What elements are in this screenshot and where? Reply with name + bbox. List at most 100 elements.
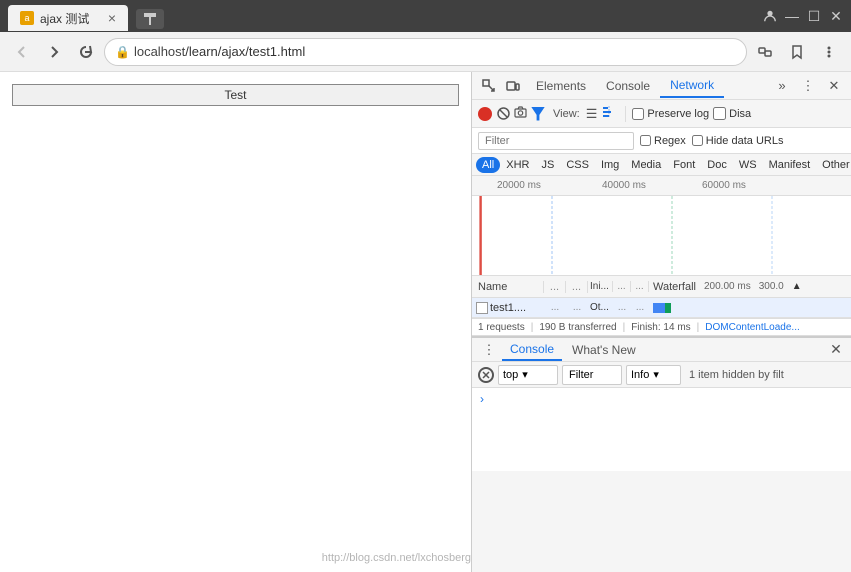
list-view-icon[interactable]: ☰	[584, 105, 600, 123]
type-filter-manifest[interactable]: Manifest	[763, 157, 817, 173]
hide-data-urls-input[interactable]	[692, 135, 703, 146]
table-header: Name ... ... Ini... ... ... Waterfall 20…	[472, 276, 851, 298]
status-transferred: 190 B transferred	[539, 322, 616, 333]
close-button[interactable]: ✕	[829, 9, 843, 23]
back-button[interactable]	[8, 38, 36, 66]
network-status-bar: 1 requests | 190 B transferred | Finish:…	[472, 318, 851, 336]
waterfall-ms2: 300.0	[759, 281, 784, 292]
url-display: localhost/learn/ajax/test1.html	[134, 44, 736, 59]
td-col6: ...	[631, 302, 649, 313]
url-path: /learn/ajax/test1.html	[185, 44, 305, 59]
waterfall-bar	[653, 303, 671, 313]
console-menu-button[interactable]: ⋮	[478, 339, 500, 361]
th-col6[interactable]: ...	[631, 281, 649, 292]
type-filter-css[interactable]: CSS	[560, 157, 595, 173]
tab-title: ajax 测试	[40, 10, 102, 27]
waterfall-view-icon[interactable]	[601, 105, 619, 122]
device-toggle-button[interactable]	[502, 75, 524, 97]
bookmark-button[interactable]	[783, 38, 811, 66]
row-name: test1....	[490, 302, 526, 314]
status-finish: Finish: 14 ms	[631, 322, 690, 333]
type-filter-other[interactable]: Other	[816, 157, 851, 173]
maximize-button[interactable]: ☐	[807, 9, 821, 23]
type-filter-all[interactable]: All	[476, 157, 500, 173]
dropdown-arrow: ▾	[522, 368, 528, 381]
nav-actions	[751, 38, 843, 66]
disable-cache-input[interactable]	[713, 107, 726, 120]
devtools-close-button[interactable]: ✕	[823, 75, 845, 97]
devtools-topbar: Elements Console Network » ⋮ ✕	[472, 72, 851, 100]
minimize-button[interactable]: —	[785, 9, 799, 23]
tab-whats-new[interactable]: What's New	[564, 340, 644, 360]
table-row[interactable]: test1.... ... ... Ot... ... ...	[472, 298, 851, 318]
address-bar[interactable]: 🔒 localhost/learn/ajax/test1.html	[104, 38, 747, 66]
preserve-log-input[interactable]	[632, 108, 644, 120]
console-chevron-icon: ›	[480, 392, 484, 406]
th-col3[interactable]: ...	[566, 281, 588, 293]
type-filter-img[interactable]: Img	[595, 157, 625, 173]
waterfall-ms1: 200.00 ms	[704, 281, 751, 292]
tab-close-button[interactable]: ×	[108, 10, 116, 26]
console-clear-button[interactable]	[478, 367, 494, 383]
more-tabs-button[interactable]: »	[771, 75, 793, 97]
hide-data-urls-checkbox[interactable]: Hide data URLs	[692, 135, 784, 147]
type-filter-media[interactable]: Media	[625, 157, 667, 173]
type-filter-js[interactable]: JS	[535, 157, 560, 173]
console-level-dropdown[interactable]: Info ▾	[626, 365, 681, 385]
inspect-element-button[interactable]	[478, 75, 500, 97]
forward-button[interactable]	[40, 38, 68, 66]
clear-button[interactable]	[496, 107, 510, 121]
view-label: View:	[553, 108, 580, 120]
waterfall-sort-icon: ▲	[792, 281, 802, 292]
status-dom-link[interactable]: DOMContentLoade...	[705, 322, 800, 333]
record-button[interactable]	[478, 107, 492, 121]
view-icons: ☰	[584, 105, 620, 123]
disable-cache-checkbox[interactable]: Disa	[713, 107, 751, 120]
tab-console-drawer[interactable]: Console	[502, 339, 562, 361]
td-col5: ...	[613, 302, 631, 313]
th-waterfall[interactable]: Waterfall 200.00 ms 300.0 ▲	[649, 281, 849, 293]
console-topbar: ⋮ Console What's New ✕	[472, 338, 851, 362]
preserve-log-checkbox[interactable]: Preserve log	[632, 108, 709, 120]
timeline-mark-20k: 20000 ms	[497, 180, 541, 191]
screenshot-button[interactable]	[514, 106, 527, 122]
filter-button[interactable]	[531, 107, 545, 121]
th-name[interactable]: Name	[474, 281, 544, 293]
type-filters: All XHR JS CSS Img Media Font Doc WS Man…	[472, 154, 851, 176]
type-filter-xhr[interactable]: XHR	[500, 157, 535, 173]
url-origin: localhost	[134, 44, 185, 59]
devtools-settings-button[interactable]: ⋮	[797, 75, 819, 97]
translate-button[interactable]	[751, 38, 779, 66]
timeline-mark-40k: 40000 ms	[602, 180, 646, 191]
tab-network[interactable]: Network	[660, 74, 724, 98]
preserve-log-label: Preserve log	[647, 108, 709, 120]
console-section: ⋮ Console What's New ✕ top ▾ Filter	[472, 336, 851, 471]
timeline-header: 20000 ms 40000 ms 60000 ms	[472, 176, 851, 196]
type-filter-font[interactable]: Font	[667, 157, 701, 173]
filter-bar: Regex Hide data URLs	[472, 128, 851, 154]
tab-elements[interactable]: Elements	[526, 75, 596, 97]
console-context-label: top	[503, 369, 518, 381]
th-col2[interactable]: ...	[544, 281, 566, 293]
reload-button[interactable]	[72, 38, 100, 66]
test-button[interactable]: Test	[12, 84, 459, 106]
regex-input[interactable]	[640, 135, 651, 146]
filter-input[interactable]	[478, 132, 634, 150]
console-close-button[interactable]: ✕	[827, 341, 845, 359]
td-col2: ...	[544, 302, 566, 313]
devtools-panel: Elements Console Network » ⋮ ✕	[471, 72, 851, 572]
type-filter-ws[interactable]: WS	[733, 157, 763, 173]
th-col5[interactable]: ...	[613, 281, 631, 292]
console-context-dropdown[interactable]: top ▾	[498, 365, 558, 385]
th-ini[interactable]: Ini...	[588, 281, 613, 292]
profile-icon[interactable]	[763, 9, 777, 23]
console-filter-input[interactable]: Filter	[562, 365, 622, 385]
more-button[interactable]	[815, 38, 843, 66]
console-prompt[interactable]: ›	[480, 392, 843, 406]
type-filter-doc[interactable]: Doc	[701, 157, 733, 173]
tab-console[interactable]: Console	[596, 75, 660, 97]
regex-checkbox[interactable]: Regex	[640, 135, 686, 147]
console-level-label: Info	[631, 369, 649, 381]
new-tab-button[interactable]	[136, 9, 164, 29]
browser-tab[interactable]: a ajax 测试 ×	[8, 5, 128, 31]
